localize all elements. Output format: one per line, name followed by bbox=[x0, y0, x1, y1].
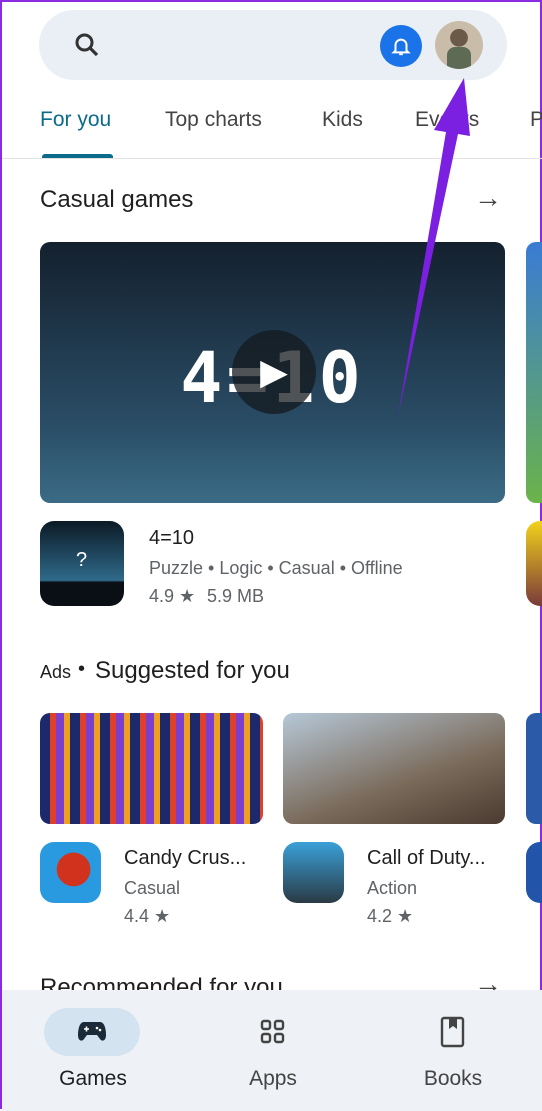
profile-avatar[interactable] bbox=[435, 21, 483, 69]
nav-apps[interactable]: Apps bbox=[213, 1067, 333, 1091]
star-icon: ★ bbox=[179, 586, 196, 606]
apps-grid-icon[interactable] bbox=[260, 1019, 286, 1045]
app-rating: 4.2 ★ bbox=[367, 906, 414, 926]
app-tags: Puzzle • Logic • Casual • Offline bbox=[149, 558, 403, 578]
tab-top-charts[interactable]: Top charts bbox=[165, 108, 262, 132]
tab-kids[interactable]: Kids bbox=[322, 108, 363, 132]
app-icon-candy-crush[interactable] bbox=[40, 842, 101, 903]
tab-more[interactable]: P bbox=[530, 108, 542, 132]
app-size: 5.9 MB bbox=[207, 586, 265, 606]
next-card-peek[interactable] bbox=[526, 242, 542, 503]
book-icon[interactable] bbox=[440, 1016, 466, 1048]
section-title-suggested: Suggested for you bbox=[95, 657, 290, 684]
app-name[interactable]: Call of Duty... bbox=[367, 847, 486, 870]
ads-label: Ads bbox=[40, 662, 72, 682]
app-name[interactable]: Candy Crus... bbox=[124, 847, 246, 870]
app-category: Casual bbox=[124, 878, 181, 898]
app-category: Action bbox=[367, 878, 418, 898]
search-icon[interactable] bbox=[72, 30, 102, 60]
star-icon: ★ bbox=[154, 906, 171, 926]
arrow-right-icon[interactable]: → bbox=[474, 182, 502, 214]
nav-books[interactable]: Books bbox=[393, 1067, 513, 1091]
star-icon: ★ bbox=[397, 906, 414, 926]
call-of-duty-banner[interactable] bbox=[283, 713, 505, 824]
tab-for-you[interactable]: For you bbox=[40, 108, 111, 132]
app-icon-call-of-duty[interactable] bbox=[283, 842, 344, 903]
next-app-icon-peek[interactable] bbox=[526, 521, 542, 606]
video-trailer[interactable]: 4=10 ▶ bbox=[40, 242, 505, 503]
notifications-button[interactable] bbox=[380, 25, 422, 67]
next-banner-peek[interactable] bbox=[526, 713, 542, 824]
tab-events[interactable]: Events bbox=[415, 108, 479, 132]
next-app-icon-peek[interactable] bbox=[526, 842, 542, 903]
nav-games[interactable]: Games bbox=[33, 1067, 153, 1091]
section-title-casual: Casual games bbox=[40, 186, 194, 213]
divider bbox=[2, 158, 542, 159]
app-name[interactable]: 4=10 bbox=[149, 527, 194, 550]
app-rating: 4.9 ★ bbox=[149, 586, 196, 606]
play-icon[interactable]: ▶ bbox=[232, 330, 316, 414]
app-rating: 4.4 ★ bbox=[124, 906, 171, 926]
bell-icon bbox=[391, 38, 411, 56]
candy-crush-banner[interactable] bbox=[40, 713, 263, 824]
gamepad-icon[interactable] bbox=[77, 1019, 107, 1045]
app-icon-4-10[interactable]: ? bbox=[40, 521, 124, 606]
